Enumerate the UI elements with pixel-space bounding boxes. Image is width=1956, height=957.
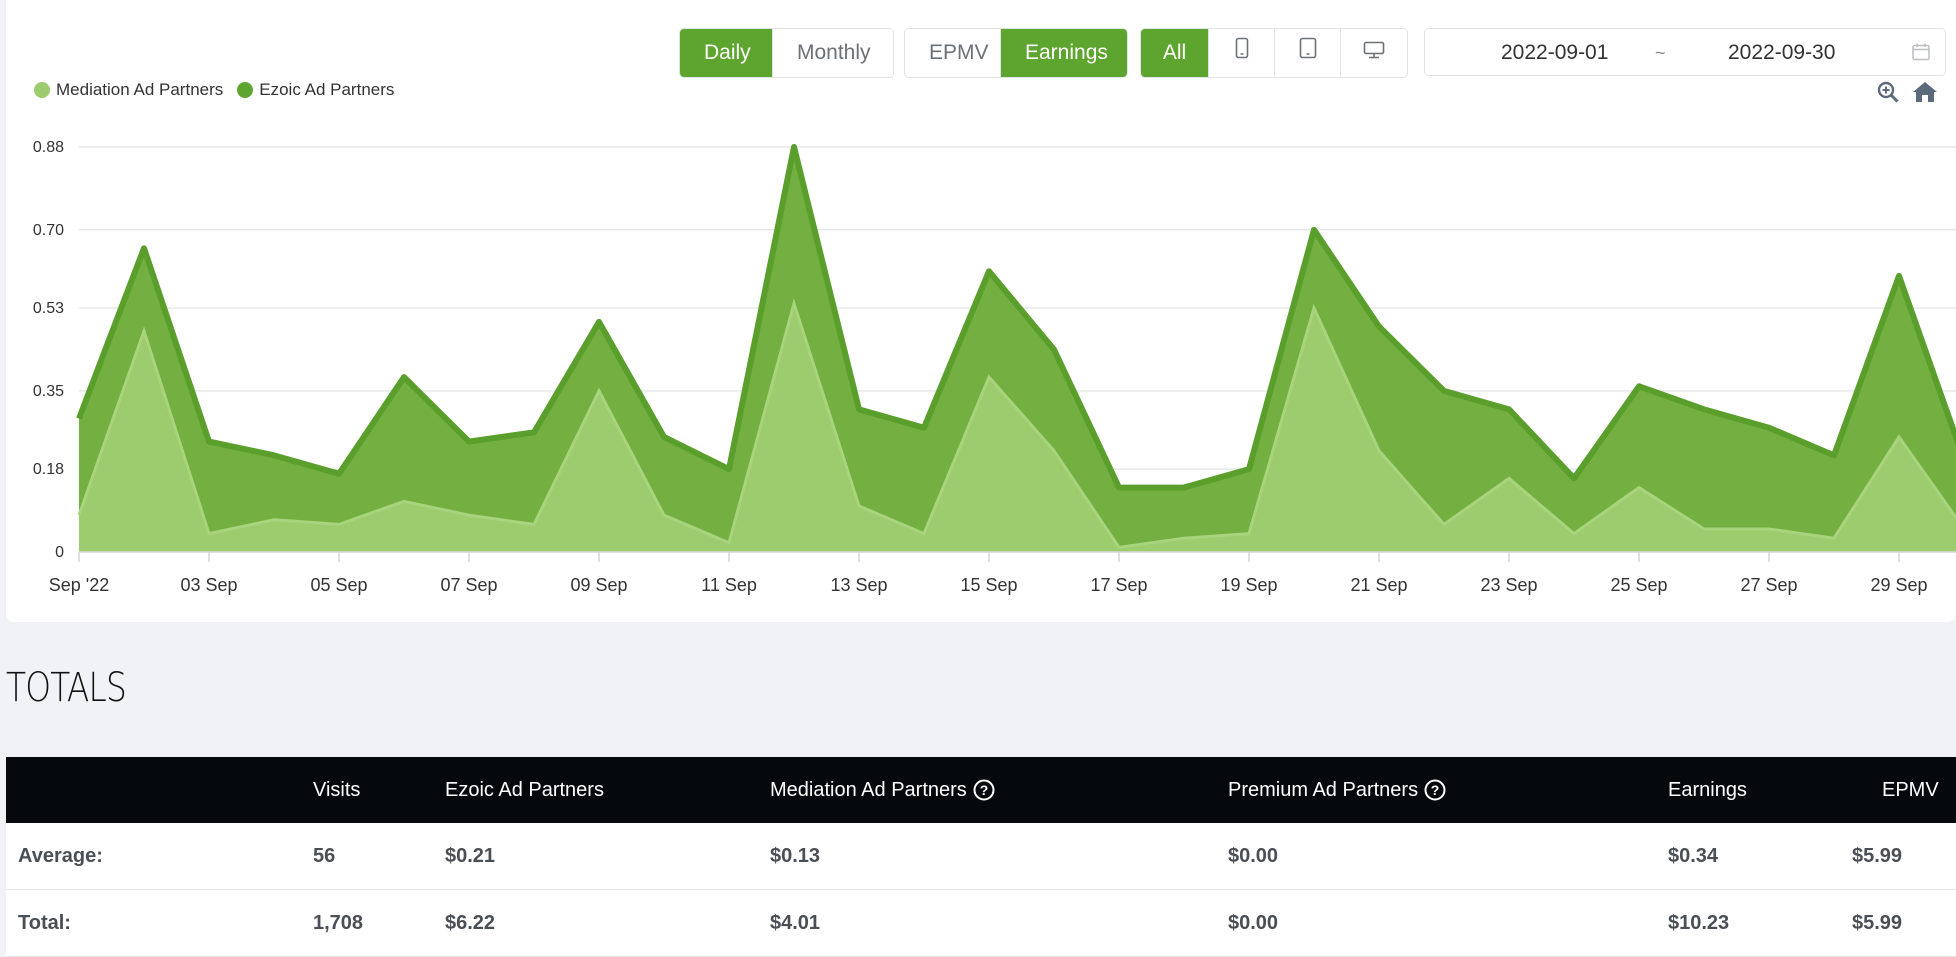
chart-legend: Mediation Ad Partners Ezoic Ad Partners: [34, 80, 408, 100]
x-tick-label: Sep '22: [49, 575, 110, 595]
legend-label: Ezoic Ad Partners: [259, 80, 395, 99]
epmv-button[interactable]: EPMV: [905, 29, 1001, 77]
cell-mediation: $0.13: [770, 845, 821, 867]
column-header-mediation: Mediation Ad Partners ?: [770, 757, 995, 823]
desktop-icon: [1363, 29, 1385, 77]
cell-epmv: $5.99: [1852, 912, 1903, 934]
x-tick-label: 21 Sep: [1350, 575, 1407, 595]
y-tick-label: 0.35: [33, 383, 64, 400]
calendar-icon[interactable]: [1911, 42, 1931, 67]
x-tick-label: 19 Sep: [1220, 575, 1277, 595]
home-icon[interactable]: [1912, 80, 1938, 109]
zoom-icon[interactable]: [1876, 80, 1900, 109]
x-tick-label: 27 Sep: [1740, 575, 1797, 595]
row-label: Average:: [18, 845, 103, 867]
x-tick-label: 15 Sep: [960, 575, 1017, 595]
y-tick-label: 0.18: [33, 461, 64, 478]
x-tick-label: 05 Sep: [310, 575, 367, 595]
date-from[interactable]: 2022-09-01: [1501, 29, 1608, 77]
cell-premium: $0.00: [1228, 845, 1279, 867]
y-tick-label: 0.53: [33, 300, 64, 317]
x-tick-label: 13 Sep: [830, 575, 887, 595]
cell-visits: 56: [313, 845, 336, 867]
y-tick-label: 0.88: [33, 139, 64, 156]
daily-button[interactable]: Daily: [680, 29, 773, 77]
column-header-label: Premium Ad Partners: [1228, 779, 1419, 801]
column-header-earnings: Earnings: [1668, 779, 1747, 801]
table-row-average: Average: 56 $0.21 $0.13 $0.00 $0.34 $5.9…: [6, 823, 1956, 890]
svg-text:?: ?: [1431, 782, 1440, 798]
monthly-button[interactable]: Monthly: [773, 29, 893, 77]
x-tick-label: 23 Sep: [1480, 575, 1537, 595]
mobile-icon: [1235, 29, 1249, 77]
device-filter: All: [1140, 28, 1408, 78]
cell-earnings: $0.34: [1668, 845, 1719, 867]
tablet-icon: [1299, 29, 1317, 77]
earnings-chart-card: 0 0.18 0.35 0.53 0.70 0.88 Sep '22 03 Sep 05 Sep…: [6, 0, 1956, 622]
y-tick-label: 0: [55, 544, 64, 561]
table-header-row: Visits Ezoic Ad Partners Mediation Ad Pa…: [6, 757, 1956, 823]
tablet-button[interactable]: [1275, 29, 1341, 77]
cell-mediation: $4.01: [770, 912, 821, 934]
x-tick-label: 09 Sep: [570, 575, 627, 595]
column-header-premium: Premium Ad Partners ?: [1228, 757, 1446, 823]
help-icon[interactable]: ?: [973, 779, 995, 801]
y-tick-label: 0.70: [33, 222, 64, 239]
totals-heading: TOTALS: [6, 665, 127, 711]
period-toggle: Daily Monthly: [679, 28, 894, 78]
column-header-visits: Visits: [313, 779, 361, 801]
table-row-total: Total: 1,708 $6.22 $4.01 $0.00 $10.23 $5…: [6, 890, 1956, 957]
x-tick-label: 07 Sep: [440, 575, 497, 595]
earnings-button[interactable]: Earnings: [1001, 29, 1127, 77]
x-tick-label: 17 Sep: [1090, 575, 1147, 595]
metric-toggle: EPMV Earnings: [904, 28, 1128, 78]
legend-label: Mediation Ad Partners: [56, 80, 224, 99]
help-icon[interactable]: ?: [1424, 779, 1446, 801]
column-header-epmv: EPMV: [1882, 779, 1939, 801]
cell-ezoic: $6.22: [445, 912, 496, 934]
legend-item-mediation[interactable]: Mediation Ad Partners: [34, 80, 223, 100]
mobile-button[interactable]: [1209, 29, 1275, 77]
cell-visits: 1,708: [313, 912, 364, 934]
svg-text:?: ?: [980, 782, 989, 798]
cell-earnings: $10.23: [1668, 912, 1730, 934]
legend-marker: [34, 82, 50, 98]
row-label: Total:: [18, 912, 71, 934]
desktop-button[interactable]: [1341, 29, 1407, 77]
date-range-picker[interactable]: 2022-09-01 ~ 2022-09-30: [1424, 28, 1946, 76]
x-tick-label: 29 Sep: [1870, 575, 1927, 595]
totals-table: Visits Ezoic Ad Partners Mediation Ad Pa…: [6, 757, 1956, 957]
date-to[interactable]: 2022-09-30: [1728, 29, 1835, 77]
cell-ezoic: $0.21: [445, 845, 496, 867]
cell-epmv: $5.99: [1852, 845, 1903, 867]
date-separator: ~: [1655, 43, 1666, 63]
column-header-label: Mediation Ad Partners: [770, 779, 967, 801]
x-tick-label: 11 Sep: [701, 575, 757, 595]
x-tick-label: 25 Sep: [1610, 575, 1667, 595]
cell-premium: $0.00: [1228, 912, 1279, 934]
all-devices-button[interactable]: All: [1141, 29, 1209, 77]
x-tick-label: 03 Sep: [180, 575, 237, 595]
legend-item-ezoic[interactable]: Ezoic Ad Partners: [237, 80, 394, 100]
legend-marker: [237, 82, 254, 98]
column-header-ezoic: Ezoic Ad Partners: [445, 779, 604, 801]
